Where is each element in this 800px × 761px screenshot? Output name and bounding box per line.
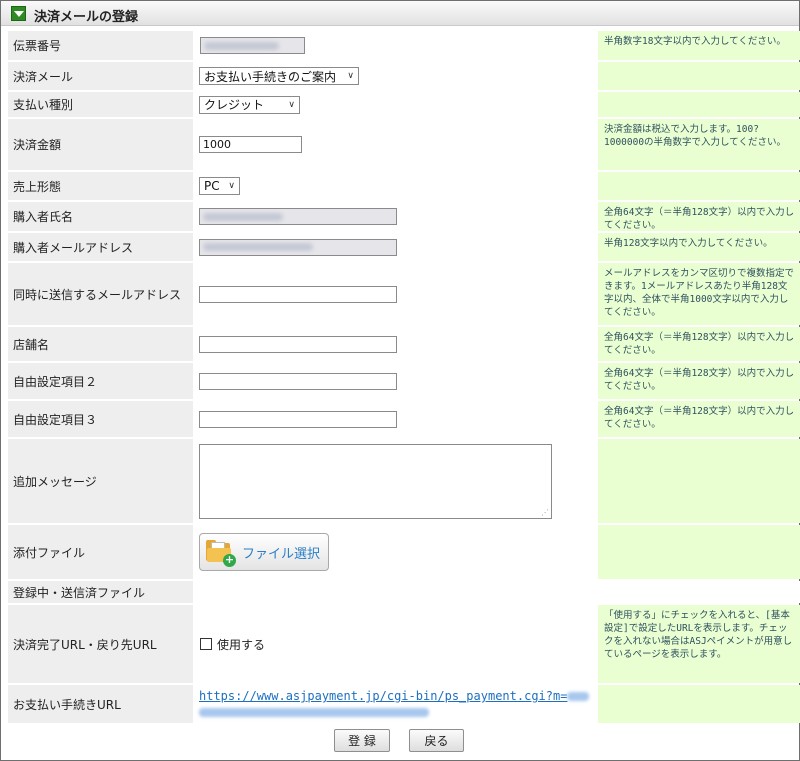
registered-files-note bbox=[598, 581, 800, 603]
buyer-name-input[interactable] bbox=[199, 208, 397, 225]
slip-number-note: 半角数字18文字以内で入力してください。 bbox=[598, 31, 800, 60]
shop-name-label: 店舗名 bbox=[8, 327, 193, 361]
sales-form-note bbox=[598, 172, 800, 200]
amount-note: 決済金額は税込で入力します。100?1000000の半角数字で入力してください。 bbox=[598, 119, 800, 170]
buyer-name-label: 購入者氏名 bbox=[8, 202, 193, 231]
buyer-name-note: 全角64文字（＝半角128文字）以内で入力してください。 bbox=[598, 202, 800, 231]
chevron-down-icon: ∨ bbox=[228, 181, 235, 191]
cc-email-note: メールアドレスをカンマ区切りで複数指定できます。1メールアドレスあたり半角128… bbox=[598, 263, 800, 325]
row-sales-form: 売上形態 PC ∨ bbox=[8, 172, 800, 200]
back-button[interactable]: 戻る bbox=[409, 729, 464, 752]
payment-url-label: お支払い手続きURL bbox=[8, 685, 193, 723]
use-url-checkbox[interactable] bbox=[200, 638, 212, 650]
return-url-note: 「使用する」にチェックを入れると、[基本設定]で設定したURLを表示します。チェ… bbox=[598, 605, 800, 683]
row-cc-email: 同時に送信するメールアドレス メールアドレスをカンマ区切りで複数指定できます。1… bbox=[8, 263, 800, 325]
row-slip-number: 伝票番号 半角数字18文字以内で入力してください。 bbox=[8, 31, 800, 60]
attachment-note bbox=[598, 525, 800, 579]
message-textarea[interactable]: ⋰ bbox=[199, 443, 552, 519]
payment-type-label: 支払い種別 bbox=[8, 92, 193, 117]
form-actions: 登 録 戻る bbox=[1, 729, 800, 753]
row-payment-url: お支払い手続きURL https://www.asjpayment.jp/cgi… bbox=[8, 685, 800, 723]
return-url-label: 決済完了URL・戻り先URL bbox=[8, 605, 193, 683]
shop-name-note: 全角64文字（＝半角128文字）以内で入力してください。 bbox=[598, 327, 800, 361]
amount-label: 決済金額 bbox=[8, 119, 193, 170]
slip-number-label: 伝票番号 bbox=[8, 31, 193, 60]
row-free-field-2: 自由設定項目２ 全角64文字（＝半角128文字）以内で入力してください。 bbox=[8, 363, 800, 399]
cc-email-input[interactable] bbox=[199, 285, 397, 303]
row-message: 追加メッセージ ⋰ bbox=[8, 439, 800, 523]
file-select-button[interactable]: + ファイル選択 bbox=[199, 533, 329, 571]
free-field-3-note: 全角64文字（＝半角128文字）以内で入力してください。 bbox=[598, 401, 800, 437]
registered-files-label: 登録中・送信済ファイル bbox=[8, 581, 193, 603]
resize-grip-icon[interactable]: ⋰ bbox=[541, 508, 549, 517]
register-button[interactable]: 登 録 bbox=[334, 729, 390, 752]
row-payment-type: 支払い種別 クレジット ∨ bbox=[8, 92, 800, 117]
free-field-2-input[interactable] bbox=[199, 372, 397, 390]
payment-type-select[interactable]: クレジット ∨ bbox=[199, 95, 300, 114]
folder-add-icon: + bbox=[206, 539, 236, 567]
free-field-2-note: 全角64文字（＝半角128文字）以内で入力してください。 bbox=[598, 363, 800, 399]
payment-mail-note bbox=[598, 62, 800, 90]
buyer-email-label: 購入者メールアドレス bbox=[8, 233, 193, 261]
row-shop-name: 店舗名 全角64文字（＝半角128文字）以内で入力してください。 bbox=[8, 327, 800, 361]
attachment-label: 添付ファイル bbox=[8, 525, 193, 579]
chevron-down-icon: ∨ bbox=[288, 99, 295, 110]
free-field-3-label: 自由設定項目３ bbox=[8, 401, 193, 437]
row-return-url: 決済完了URL・戻り先URL 使用する 「使用する」にチェックを入れると、[基本… bbox=[8, 605, 800, 683]
shop-name-input[interactable] bbox=[199, 335, 397, 353]
payment-mail-label: 決済メール bbox=[8, 62, 193, 90]
file-select-label: ファイル選択 bbox=[242, 546, 321, 562]
slip-number-input[interactable] bbox=[200, 37, 305, 54]
chevron-down-icon: ∨ bbox=[347, 71, 354, 81]
use-url-checkbox-group[interactable]: 使用する bbox=[200, 636, 265, 653]
title-bar: 決済メールの登録 bbox=[1, 1, 799, 26]
use-url-checkbox-label: 使用する bbox=[217, 637, 266, 652]
row-free-field-3: 自由設定項目３ 全角64文字（＝半角128文字）以内で入力してください。 bbox=[8, 401, 800, 437]
cc-email-label: 同時に送信するメールアドレス bbox=[8, 263, 193, 325]
message-label: 追加メッセージ bbox=[8, 439, 193, 523]
sales-form-select[interactable]: PC ∨ bbox=[199, 177, 240, 195]
page-title: 決済メールの登録 bbox=[34, 10, 139, 25]
triangle-down-icon bbox=[11, 6, 26, 21]
free-field-3-input[interactable] bbox=[199, 410, 397, 428]
row-registered-files: 登録中・送信済ファイル bbox=[8, 581, 800, 603]
message-note bbox=[598, 439, 800, 523]
dialog-frame: 決済メールの登録 伝票番号 半角数字18文字以内で入力してください。 決済メール… bbox=[0, 0, 800, 761]
amount-input[interactable]: 1000 bbox=[199, 136, 302, 153]
payment-url-link[interactable]: https://www.asjpayment.jp/cgi-bin/ps_pay… bbox=[199, 688, 593, 720]
free-field-2-label: 自由設定項目２ bbox=[8, 363, 193, 399]
row-payment-mail: 決済メール お支払い手続きのご案内 ∨ bbox=[8, 62, 800, 90]
payment-type-note bbox=[598, 92, 800, 117]
sales-form-label: 売上形態 bbox=[8, 172, 193, 200]
row-amount: 決済金額 1000 決済金額は税込で入力します。100?1000000の半角数字… bbox=[8, 119, 800, 170]
row-buyer-name: 購入者氏名 全角64文字（＝半角128文字）以内で入力してください。 bbox=[8, 202, 800, 231]
buyer-email-input[interactable] bbox=[199, 238, 397, 256]
payment-url-note bbox=[598, 685, 800, 723]
payment-mail-select[interactable]: お支払い手続きのご案内 ∨ bbox=[199, 67, 359, 85]
buyer-email-note: 半角128文字以内で入力してください。 bbox=[598, 233, 800, 261]
row-buyer-email: 購入者メールアドレス 半角128文字以内で入力してください。 bbox=[8, 233, 800, 261]
row-attachment: 添付ファイル + ファイル選択 bbox=[8, 525, 800, 579]
